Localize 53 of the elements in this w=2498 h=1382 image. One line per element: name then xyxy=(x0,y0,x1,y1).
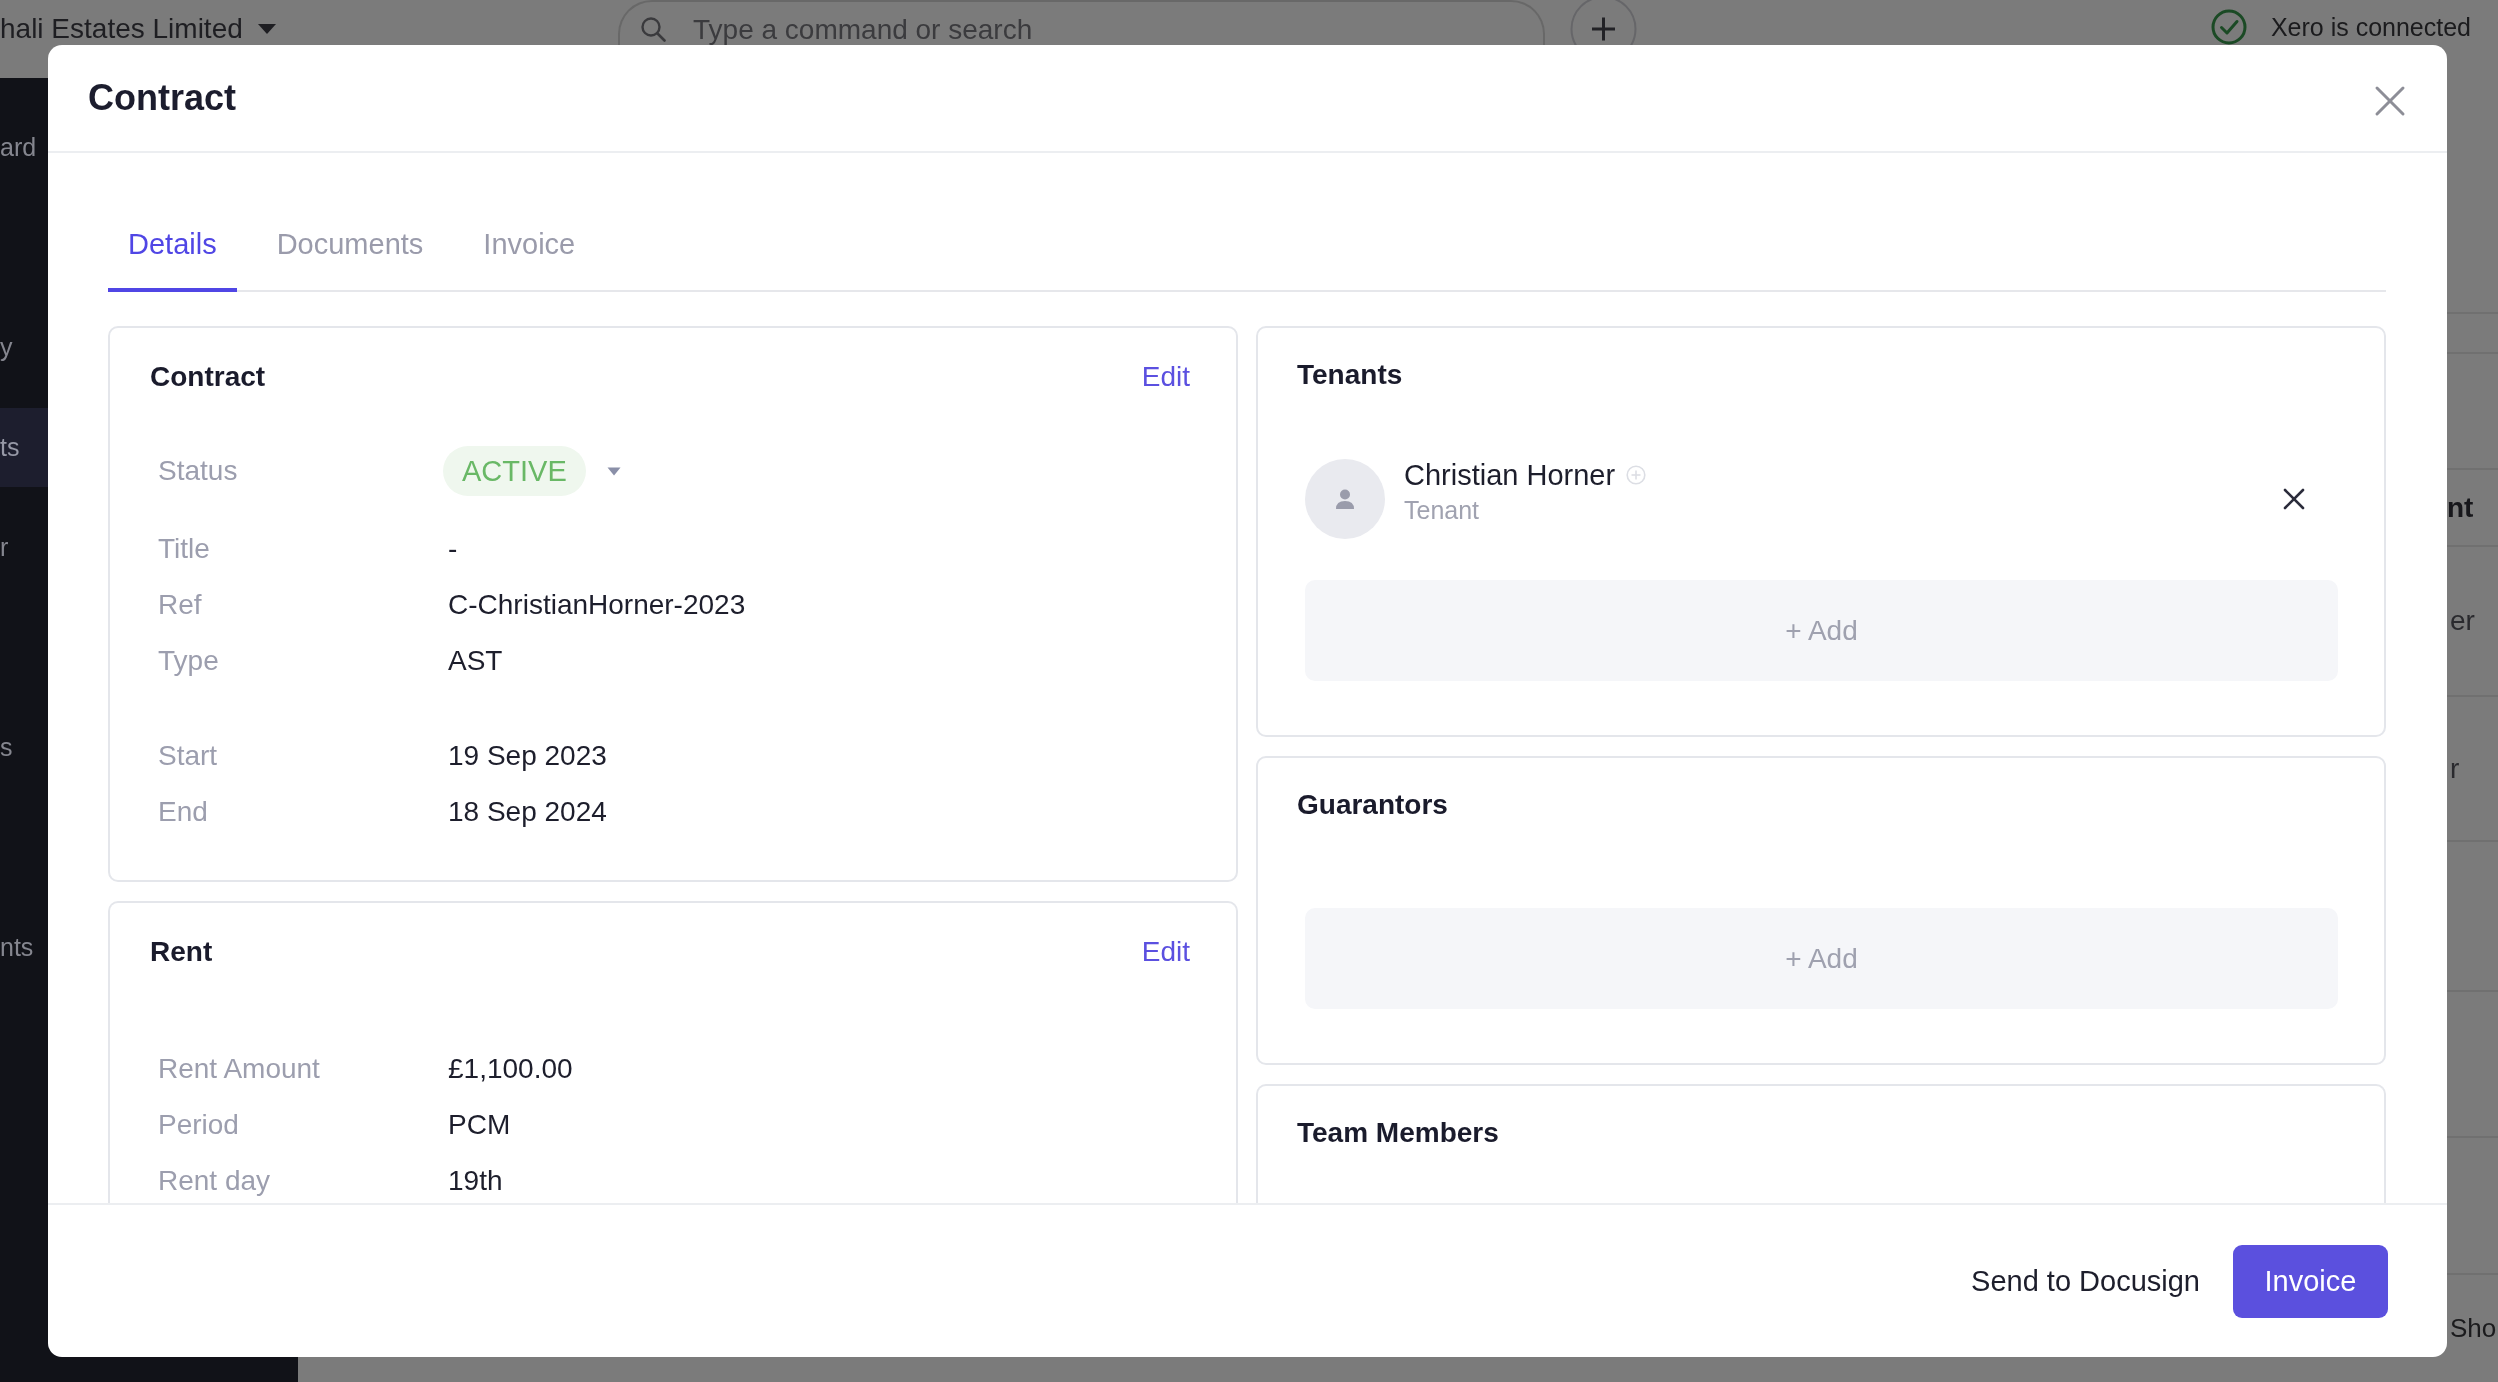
card-title: Guarantors xyxy=(1297,788,1448,822)
org-name[interactable]: hali Estates Limited xyxy=(0,14,243,44)
field-value: C-ChristianHorner-2023 xyxy=(448,588,746,622)
send-button[interactable]: Send to Docusign xyxy=(1971,1264,2200,1298)
field-label: Rent day xyxy=(158,1164,272,1198)
field-label: Status xyxy=(158,454,239,488)
check-circle-icon xyxy=(2210,9,2247,45)
field-label: Ref xyxy=(158,588,203,622)
card-title: Tenants xyxy=(1297,358,1403,392)
field-label: Title xyxy=(158,532,211,566)
caret-icon[interactable] xyxy=(256,23,277,35)
person-role: Tenant xyxy=(1404,495,1480,526)
field-label: Type xyxy=(158,644,220,678)
card-title: Contract xyxy=(150,360,266,394)
field-label: End xyxy=(158,795,209,829)
modal-title: Contract xyxy=(88,76,236,120)
field-value: PCM xyxy=(448,1108,511,1142)
connection-status: Xero is connected xyxy=(2270,13,2471,41)
status-badge: ACTIVE xyxy=(443,446,586,496)
person-name[interactable]: Christian Horner xyxy=(1404,457,1616,493)
field-value: - xyxy=(448,532,458,566)
person-icon xyxy=(1305,459,1385,539)
tab[interactable]: Invoice xyxy=(463,226,596,292)
field-label: Rent Amount xyxy=(158,1052,321,1086)
tab[interactable]: Details xyxy=(108,226,237,292)
field-label: Start xyxy=(158,739,219,773)
sidebar-item[interactable]: ts xyxy=(0,408,48,487)
cross-icon[interactable] xyxy=(2282,487,2306,511)
field-value: AST xyxy=(448,644,503,678)
field-value: 18 Sep 2024 xyxy=(448,795,607,829)
column-header: nt xyxy=(2447,491,2474,524)
edit-link[interactable]: Edit xyxy=(1141,934,1190,970)
sidebar-item[interactable]: y xyxy=(0,308,48,387)
search-field[interactable]: Type a command or search xyxy=(618,0,1545,45)
card-title: Team Members xyxy=(1297,1116,1499,1150)
field-value: 19th xyxy=(448,1164,503,1198)
edit-link[interactable]: Edit xyxy=(1141,359,1190,395)
sidebar-item[interactable]: nts xyxy=(0,908,48,987)
search-icon xyxy=(640,16,666,42)
field-value: £1,100.00 xyxy=(448,1052,573,1086)
sidebar-item[interactable]: ard xyxy=(0,108,48,187)
invoice-button[interactable]: Invoice xyxy=(2233,1244,2388,1318)
field-label: Period xyxy=(158,1108,240,1142)
card-title: Rent xyxy=(150,935,213,969)
caret-icon[interactable] xyxy=(606,466,621,476)
close-icon[interactable] xyxy=(2374,84,2406,117)
table-footer-text: Sho xyxy=(2449,1313,2497,1344)
table-cell-text: r xyxy=(2449,752,2460,785)
tab[interactable]: Documents xyxy=(256,226,444,292)
sidebar-item[interactable]: r xyxy=(0,508,48,587)
sidebar-item[interactable]: s xyxy=(0,708,48,787)
table-cell-text: er xyxy=(2449,605,2475,637)
field-value: 19 Sep 2023 xyxy=(448,739,607,773)
